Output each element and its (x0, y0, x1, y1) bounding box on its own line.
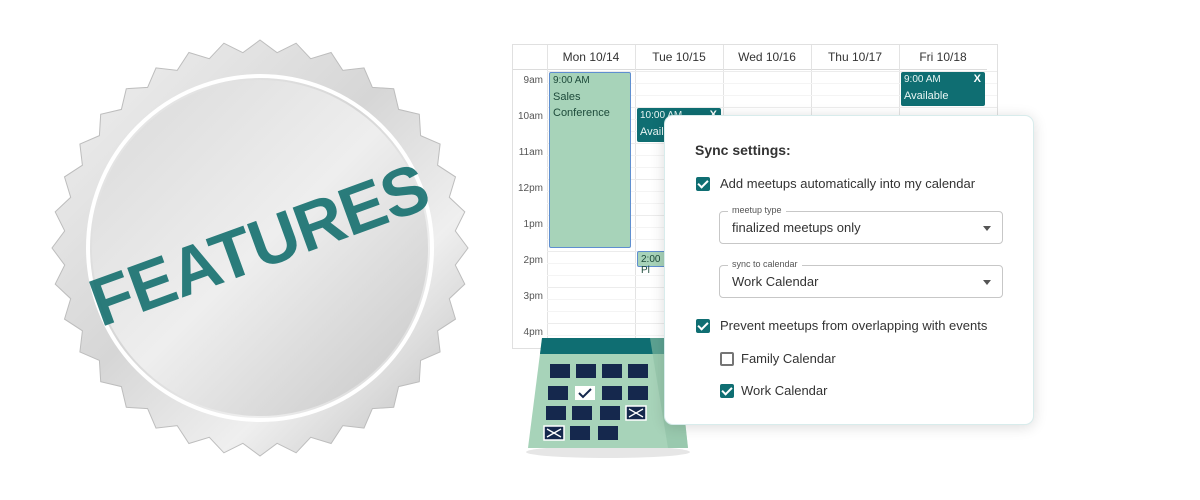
sync-settings-title: Sync settings: (695, 142, 791, 158)
hour-label: 9am (523, 75, 543, 86)
hour-label: 2pm (523, 255, 543, 266)
work-calendar-label: Work Calendar (741, 383, 828, 398)
add-meetups-label: Add meetups automatically into my calend… (720, 176, 976, 191)
hour-label: 3pm (523, 291, 543, 302)
sync-to-calendar-select[interactable]: sync to calendar Work Calendar (719, 259, 1003, 298)
hour-label: 11am (518, 147, 543, 158)
event-time: 9:00 AM (553, 75, 590, 86)
work-calendar-checkbox[interactable] (720, 384, 734, 398)
family-calendar-label: Family Calendar (741, 351, 836, 366)
sync-to-calendar-legend: sync to calendar (728, 259, 802, 269)
event-title: Sales Conference (553, 91, 610, 119)
calendar-event[interactable]: 9:00 AM Available X (901, 72, 985, 106)
event-time: 9:00 AM (904, 74, 941, 85)
hour-label: 10am (517, 111, 543, 122)
features-seal-badge: FEATURES (50, 38, 470, 458)
hour-label: 12pm (517, 183, 543, 194)
day-column-divider (635, 45, 636, 348)
prevent-overlap-checkbox[interactable] (696, 319, 710, 333)
add-meetups-checkbox[interactable] (696, 177, 710, 191)
meetup-type-legend: meetup type (728, 205, 786, 215)
prevent-overlap-label: Prevent meetups from overlapping with ev… (720, 318, 988, 333)
close-icon[interactable]: X (974, 73, 981, 85)
day-column-divider (547, 45, 548, 348)
hour-label: 1pm (523, 219, 543, 230)
seal-face (92, 80, 428, 416)
family-calendar-checkbox[interactable] (720, 352, 734, 366)
day-header: Thu 10/17 (811, 45, 899, 70)
meetup-type-select[interactable]: meetup type finalized meetups only (719, 205, 1003, 244)
sync-settings-panel: Sync settings: Add meetups automatically… (664, 115, 1034, 425)
calendar-event[interactable]: 9:00 AM Sales Conference (549, 72, 631, 248)
day-header: Tue 10/15 (635, 45, 723, 70)
calendar-header-gutter (513, 45, 547, 70)
seal-graphic (51, 39, 469, 457)
day-header: Fri 10/18 (899, 45, 987, 70)
chevron-down-icon (983, 280, 991, 285)
event-title: Available (904, 90, 949, 102)
day-header: Wed 10/16 (723, 45, 811, 70)
chevron-down-icon (983, 226, 991, 231)
meetup-type-value: finalized meetups only (732, 220, 861, 235)
sync-to-calendar-value: Work Calendar (732, 274, 819, 289)
day-header: Mon 10/14 (547, 45, 635, 70)
